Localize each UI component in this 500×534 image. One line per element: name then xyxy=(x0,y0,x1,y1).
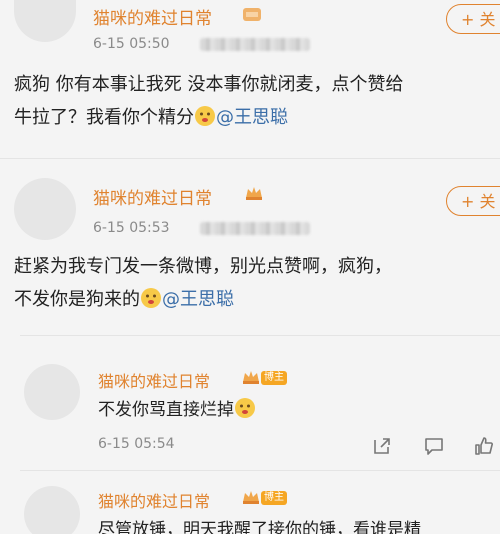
weibo-comments-page: 猫咪的难过日常 6-15 05:50 + 关 疯狗 你有本事让我死 没本事你就闭… xyxy=(0,0,500,534)
avatar[interactable] xyxy=(14,178,76,240)
like-icon[interactable] xyxy=(474,436,494,456)
mention-link[interactable]: @王思聪 xyxy=(162,289,234,310)
post-1: 猫咪的难过日常 6-15 05:50 + 关 疯狗 你有本事让我死 没本事你就闭… xyxy=(0,0,500,165)
follow-button[interactable]: + 关 xyxy=(446,4,500,34)
post-content-text: 不发你是狗来的 xyxy=(14,289,140,310)
username[interactable]: 猫咪的难过日常 xyxy=(93,184,212,209)
crown-icon xyxy=(243,371,259,384)
post-content-line-2: 不发你是狗来的 @王思聪 xyxy=(14,283,234,316)
emoji-face-icon xyxy=(195,106,215,126)
divider xyxy=(20,335,500,336)
post-time: 6-15 05:53 xyxy=(93,220,170,236)
reply-content: 不发你骂直接烂掉 xyxy=(98,394,256,427)
crown-icon xyxy=(243,8,261,21)
divider xyxy=(0,158,500,159)
share-icon[interactable] xyxy=(372,436,392,456)
post-content-text: 牛拉了？我看你个精分 xyxy=(14,107,194,128)
mention-link[interactable]: @王思聪 xyxy=(216,107,288,128)
post-content-line-1: 赶紧为我专门发一条微博，别光点赞啊，疯狗， xyxy=(14,256,392,277)
divider xyxy=(20,470,500,471)
reply-content: 尽管放锤，明天我醒了接你的锤，看谁是精 xyxy=(98,520,421,534)
emoji-face-icon xyxy=(141,288,161,308)
post-content-line-2: 牛拉了？我看你个精分 @王思聪 xyxy=(14,101,288,134)
reply-2: 猫咪的难过日常 博主 尽管放锤，明天我醒了接你的锤，看谁是精 xyxy=(0,478,500,534)
follow-button[interactable]: + 关 xyxy=(446,186,500,216)
blurred-source xyxy=(200,38,310,51)
post-2: 猫咪的难过日常 6-15 05:53 + 关 赶紧为我专门发一条微博，别光点赞啊… xyxy=(0,172,500,342)
avatar[interactable] xyxy=(24,364,80,420)
avatar[interactable] xyxy=(24,486,80,534)
reply-1: 猫咪的难过日常 博主 不发你骂直接烂掉 6-15 05:54 xyxy=(0,350,500,470)
post-time: 6-15 05:50 xyxy=(93,36,170,52)
username[interactable]: 猫咪的难过日常 xyxy=(98,488,210,512)
crown-icon xyxy=(246,187,262,200)
emoji-face-icon xyxy=(235,398,255,418)
reply-time: 6-15 05:54 xyxy=(98,436,175,452)
author-badge: 博主 xyxy=(261,371,287,385)
username[interactable]: 猫咪的难过日常 xyxy=(93,4,212,29)
crown-icon xyxy=(243,491,259,504)
blurred-source xyxy=(200,222,310,235)
author-badge: 博主 xyxy=(261,491,287,505)
post-content-line-1: 疯狗 你有本事让我死 没本事你就闭麦，点个赞给 xyxy=(14,74,404,95)
comment-icon[interactable] xyxy=(424,436,444,456)
username[interactable]: 猫咪的难过日常 xyxy=(98,368,210,392)
reply-content-text: 不发你骂直接烂掉 xyxy=(98,400,234,420)
avatar[interactable] xyxy=(14,0,76,42)
